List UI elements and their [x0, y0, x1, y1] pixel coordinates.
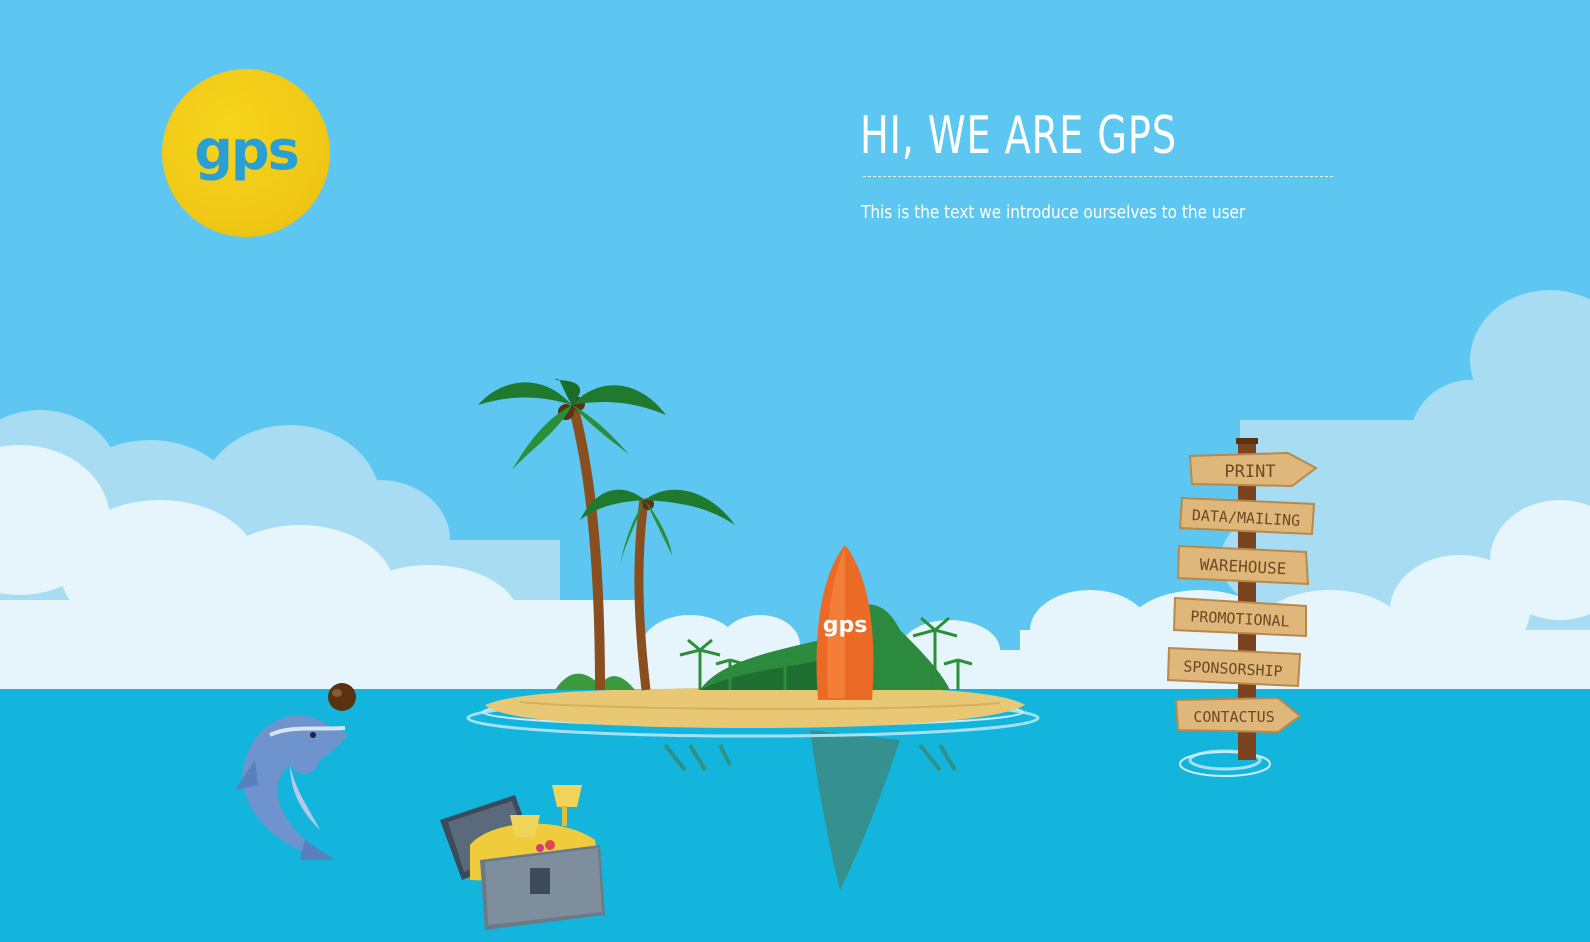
title-divider	[863, 176, 1333, 177]
sign-print[interactable]: PRINT	[1188, 450, 1320, 490]
sign-sponsorship[interactable]: SPONSORSHIP	[1166, 646, 1304, 688]
logo-text: gps	[194, 118, 299, 182]
page-title: HI, WE ARE GPS	[860, 106, 1177, 166]
sign-contact-us-label: CONTACTUS	[1193, 708, 1274, 726]
sign-promotional[interactable]: PROMOTIONAL	[1172, 596, 1310, 638]
surfboard-text: gps	[823, 613, 868, 638]
sign-print-label: PRINT	[1224, 462, 1275, 482]
sign-data-mailing[interactable]: DATA/MAILING	[1178, 496, 1318, 536]
sign-warehouse[interactable]: WAREHOUSE	[1176, 544, 1310, 586]
gps-logo[interactable]: gps	[162, 69, 330, 237]
intro-text: This is the text we introduce ourselves …	[861, 202, 1246, 223]
sign-contact-us[interactable]: CONTACTUS	[1174, 696, 1304, 736]
